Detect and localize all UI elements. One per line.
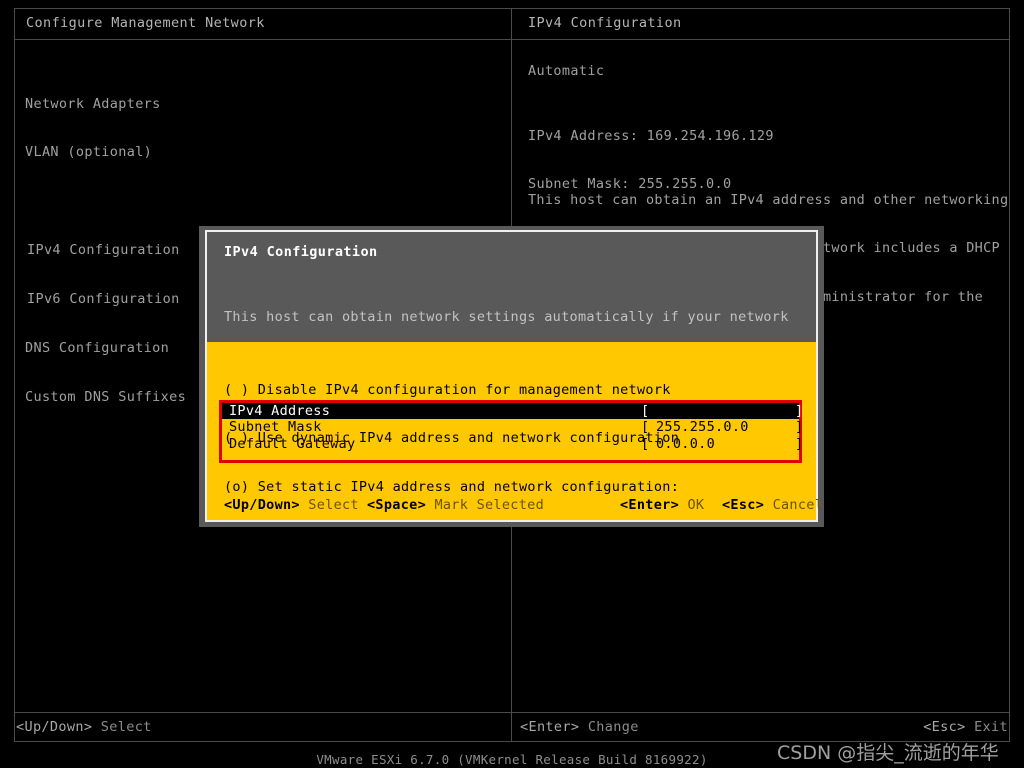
bracket-open-icon: [	[641, 403, 650, 419]
dialog-inner-frame: IPv4 Configuration This host can obtain …	[205, 230, 823, 522]
csdn-watermark: CSDN @指尖_流逝的年华	[777, 742, 999, 764]
dialog-title: IPv4 Configuration	[224, 244, 378, 260]
bracket-close-icon: ]	[795, 403, 804, 419]
action-mark-selected: Mark Selected	[434, 497, 544, 513]
field-row-subnet-mask[interactable]: Subnet Mask [ 255.255.0.0 ]	[222, 419, 803, 436]
key-esc: <Esc>	[722, 497, 765, 513]
radio-option-disable-ipv4[interactable]: ( ) Disable IPv4 configuration for manag…	[224, 382, 679, 398]
bracket-close-icon: ]	[795, 435, 804, 452]
right-panel-title-divider	[512, 39, 1009, 40]
right-panel-bottom-divider	[512, 712, 1009, 713]
field-label-default-gateway: Default Gateway	[229, 435, 356, 452]
key-up-down: <Up/Down>	[16, 719, 93, 735]
sidebar-item-dns-configuration[interactable]: DNS Configuration	[25, 340, 186, 356]
action-select: Select	[308, 497, 359, 513]
field-label-subnet-mask: Subnet Mask	[229, 419, 322, 436]
ipv4-configuration-dialog: IPv4 Configuration This host can obtain …	[199, 226, 824, 527]
sidebar-item-vlan[interactable]: VLAN (optional)	[25, 144, 186, 160]
action-change: Change	[587, 719, 639, 735]
sidebar-item-ipv4-configuration[interactable]: IPv4 Configuration	[25, 242, 186, 258]
ipv4-address-readout: IPv4 Address: 169.254.196.129	[528, 127, 774, 144]
footer-hint-change: <Enter> Change	[520, 719, 639, 735]
key-enter: <Enter>	[620, 497, 679, 513]
default-gateway-input[interactable]: 0.0.0.0	[656, 436, 715, 452]
bracket-close-icon: ]	[795, 419, 804, 436]
left-panel-title: Configure Management Network	[26, 15, 265, 31]
radio-marker-icon: ( )	[224, 381, 250, 398]
bracket-open-icon: [	[641, 419, 650, 436]
action-ok: OK	[687, 497, 705, 513]
static-ipv4-field-list: IPv4 Address [ ] Subnet Mask [ 255.255.0…	[222, 403, 803, 452]
footer-hint-exit: <Esc> Exit	[923, 719, 1008, 735]
ipv4-mode-label: Automatic	[528, 63, 605, 79]
key-up-down: <Up/Down>	[224, 497, 300, 513]
field-row-default-gateway[interactable]: Default Gateway [ 0.0.0.0 ]	[222, 435, 803, 452]
key-esc: <Esc>	[923, 719, 966, 735]
radio-option-static-ipv4[interactable]: (o) Set static IPv4 address and network …	[224, 479, 679, 495]
dialog-key-ok[interactable]: <Enter> OK	[620, 497, 704, 513]
sidebar-item-ipv6-configuration[interactable]: IPv6 Configuration	[25, 291, 186, 307]
help-line: This host can obtain an IPv4 address and…	[528, 191, 1009, 208]
action-cancel: Cancel	[772, 497, 824, 513]
radio-marker-selected-icon: (o)	[224, 479, 250, 496]
key-space: <Space>	[367, 497, 426, 513]
footer-hint-select: <Up/Down> Select	[16, 719, 152, 735]
dialog-key-mark-selected: <Space> Mark Selected	[367, 497, 544, 513]
radio-label: Disable IPv4 configuration for managemen…	[257, 381, 671, 398]
field-row-ipv4-address[interactable]: IPv4 Address [ ]	[222, 403, 803, 420]
sidebar-item-custom-dns-suffixes[interactable]: Custom DNS Suffixes	[25, 389, 186, 405]
sidebar-item-network-adapters[interactable]: Network Adapters	[25, 96, 186, 112]
management-network-menu: Network Adapters VLAN (optional) IPv4 Co…	[25, 63, 186, 438]
right-panel-title: IPv4 Configuration	[528, 15, 682, 31]
left-panel-title-divider	[15, 39, 511, 40]
dialog-body: ( ) Disable IPv4 configuration for manag…	[207, 342, 823, 520]
radio-label: Set static IPv4 address and network conf…	[257, 479, 680, 496]
dialog-desc-line: This host can obtain network settings au…	[224, 308, 789, 325]
action-exit: Exit	[974, 719, 1008, 735]
subnet-mask-input[interactable]: 255.255.0.0	[656, 419, 749, 435]
key-enter: <Enter>	[520, 719, 580, 735]
dialog-footer: <Up/Down> Select <Space> Mark Selected <…	[207, 497, 823, 515]
dcui-screen: Configure Management Network Network Ada…	[0, 0, 1024, 768]
left-panel-bottom-divider	[15, 712, 511, 713]
field-label-ipv4-address: IPv4 Address	[229, 403, 331, 419]
dialog-key-select: <Up/Down> Select	[224, 497, 359, 513]
menu-spacer	[25, 193, 186, 209]
bracket-open-icon: [	[641, 435, 650, 452]
dialog-key-cancel[interactable]: <Esc> Cancel	[722, 497, 823, 513]
dialog-header: IPv4 Configuration This host can obtain …	[207, 232, 816, 422]
action-select: Select	[100, 719, 152, 735]
